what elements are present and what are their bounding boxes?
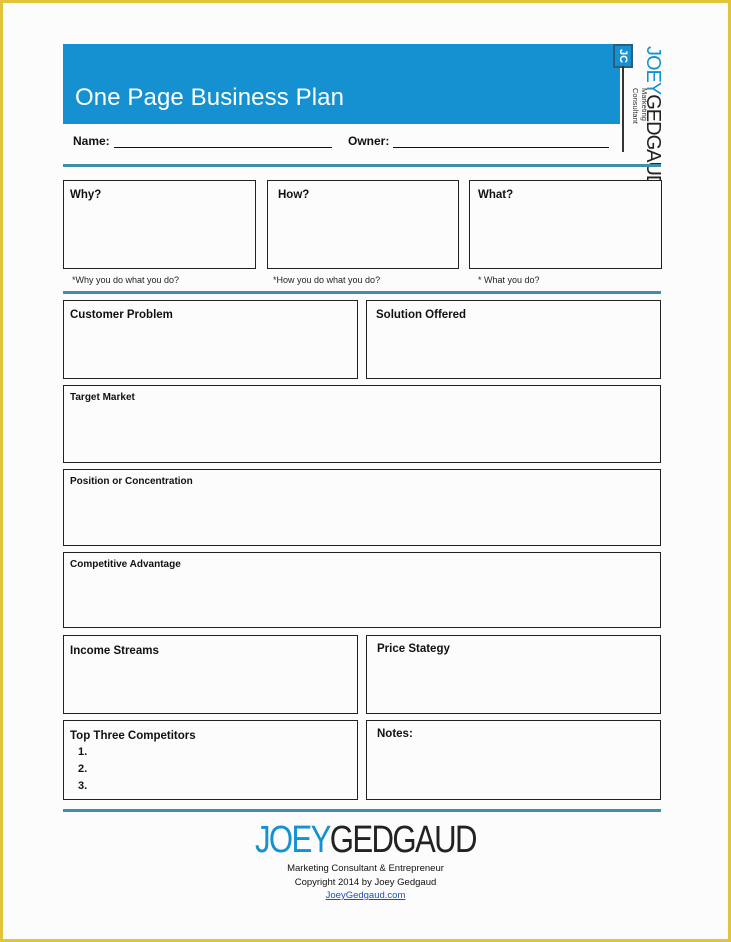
owner-label: Owner: [348, 134, 390, 148]
competitor-item: 2. [78, 763, 88, 775]
how-hint: *How you do what you do? [273, 275, 381, 285]
top-competitors-box[interactable]: Top Three Competitors 1. 2. 3. [63, 720, 358, 800]
footer-brand-last: GEDGAUD [329, 819, 478, 861]
footer-tagline: Marketing Consultant & Entrepreneur [287, 863, 444, 874]
divider [63, 164, 661, 167]
competitive-advantage-label: Competitive Advantage [70, 559, 181, 570]
why-hint: *Why you do what you do? [72, 275, 180, 285]
how-box[interactable]: How? [267, 180, 459, 269]
footer-website-link[interactable]: JoeyGedgaud.com [326, 890, 406, 901]
page-title: One Page Business Plan [75, 84, 345, 111]
title-banner: One Page Business Plan [63, 44, 620, 124]
price-strategy-label: Price Stategy [377, 643, 450, 655]
competitive-advantage-box[interactable]: Competitive Advantage [63, 552, 661, 628]
name-field[interactable]: Name: [73, 133, 332, 148]
competitors-list: 1. 2. 3. [78, 744, 87, 795]
customer-problem-box[interactable]: Customer Problem [63, 300, 358, 379]
what-hint: * What you do? [478, 275, 540, 285]
notes-label: Notes: [377, 728, 413, 740]
name-input-line[interactable] [113, 133, 332, 148]
top-competitors-label: Top Three Competitors [70, 730, 196, 742]
divider [63, 291, 661, 294]
why-box[interactable]: Why? [63, 180, 256, 269]
what-label: What? [478, 189, 514, 201]
why-label: Why? [70, 189, 102, 201]
how-label: How? [278, 189, 310, 201]
solution-offered-label: Solution Offered [376, 309, 467, 321]
competitor-item: 1. [78, 746, 88, 758]
owner-field[interactable]: Owner: [348, 133, 610, 148]
footer-brand-first: JOEY [254, 819, 331, 861]
footer-copyright: Copyright 2014 by Joey Gedgaud [294, 877, 437, 888]
what-box[interactable]: What? [469, 180, 662, 269]
logo-stem [622, 66, 624, 152]
logo-name: JOEYGEDGAUD [641, 46, 664, 188]
customer-problem-label: Customer Problem [70, 309, 173, 321]
income-streams-box[interactable]: Income Streams [63, 635, 358, 714]
jc-initials-badge: JC [613, 44, 633, 68]
target-market-label: Target Market [70, 392, 135, 403]
price-strategy-box[interactable]: Price Stategy [366, 635, 661, 714]
divider [63, 809, 661, 812]
brand-logo-vertical: JC Marketing Consultant JOEYGEDGAUD [613, 44, 671, 188]
logo-name-first: JOEY [642, 46, 664, 95]
footer-brand-logo: JOEYGEDGAUD [66, 819, 665, 862]
target-market-box[interactable]: Target Market [63, 385, 661, 463]
notes-box[interactable]: Notes: [366, 720, 661, 800]
competitor-item: 3. [78, 780, 88, 792]
income-streams-label: Income Streams [70, 645, 159, 657]
solution-offered-box[interactable]: Solution Offered [366, 300, 661, 379]
logo-name-last: GEDGAUD [642, 94, 664, 189]
position-label: Position or Concentration [70, 476, 193, 487]
owner-input-line[interactable] [393, 133, 610, 148]
position-box[interactable]: Position or Concentration [63, 469, 661, 546]
name-label: Name: [73, 134, 110, 148]
